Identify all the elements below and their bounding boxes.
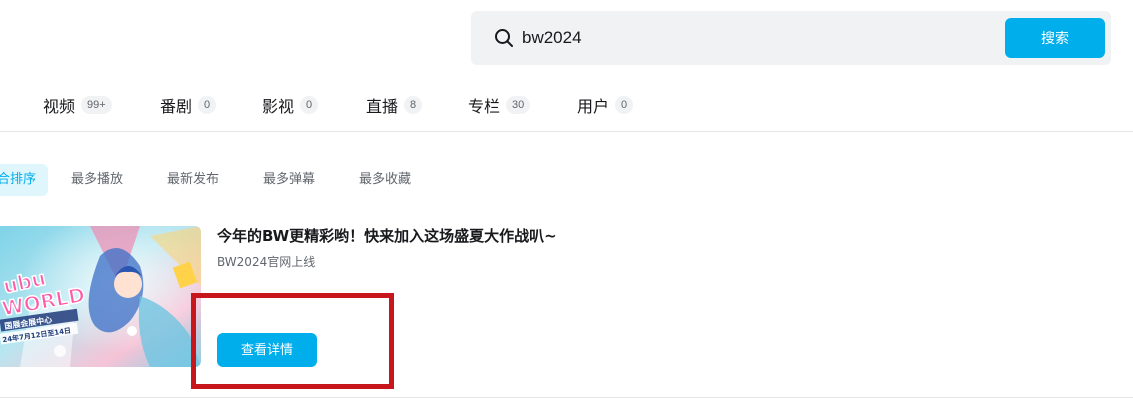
sort-bar: 综合排序 最多播放 最新发布 最多弹幕 最多收藏	[0, 164, 1133, 196]
result-type-tabs: 视频 99+ 番剧 0 影视 0 直播 8 专栏 30 用户 0	[0, 86, 1133, 124]
tab-count-badge: 0	[300, 96, 319, 114]
tab-count-badge: 0	[198, 96, 217, 114]
sort-most-danmaku[interactable]: 最多弹幕	[251, 164, 327, 196]
tab-film[interactable]: 影视 0	[262, 86, 319, 124]
tab-label: 影视	[262, 97, 295, 116]
tabs-divider	[0, 131, 1133, 132]
event-poster-image: ubu WORLD 国展会展中心 24年7月12日至14日	[0, 226, 201, 367]
search-icon	[495, 29, 513, 47]
tab-article[interactable]: 专栏 30	[468, 86, 531, 124]
tab-live[interactable]: 直播 8	[366, 86, 423, 124]
tab-bangumi[interactable]: 番剧 0	[160, 86, 217, 124]
sort-most-played[interactable]: 最多播放	[59, 164, 135, 196]
tab-video[interactable]: 视频 99+	[43, 86, 112, 124]
search-button[interactable]: 搜索	[1005, 18, 1105, 58]
sort-most-favorited[interactable]: 最多收藏	[347, 164, 423, 196]
tab-count-badge: 0	[615, 96, 634, 114]
tab-count-badge: 8	[404, 96, 423, 114]
event-thumbnail[interactable]: ubu WORLD 国展会展中心 24年7月12日至14日	[0, 226, 201, 367]
tab-count-badge: 99+	[81, 96, 112, 114]
result-title[interactable]: 今年的BW更精彩哟！快来加入这场盛夏大作战叭~	[217, 225, 557, 246]
search-bar: 搜索	[471, 11, 1111, 65]
tab-label: 视频	[43, 97, 76, 116]
tab-user[interactable]: 用户 0	[577, 86, 634, 124]
tab-label: 用户	[577, 97, 610, 116]
tab-label: 直播	[366, 97, 399, 116]
view-details-button[interactable]: 查看详情	[217, 333, 317, 367]
sort-newest[interactable]: 最新发布	[155, 164, 231, 196]
result-subtitle: BW2024官网上线	[217, 255, 316, 269]
sort-default[interactable]: 综合排序	[0, 164, 49, 196]
search-input[interactable]	[522, 25, 942, 51]
card-divider	[0, 397, 1133, 398]
tab-label: 番剧	[160, 97, 193, 116]
tab-label: 专栏	[468, 97, 501, 116]
tab-count-badge: 30	[506, 96, 531, 114]
